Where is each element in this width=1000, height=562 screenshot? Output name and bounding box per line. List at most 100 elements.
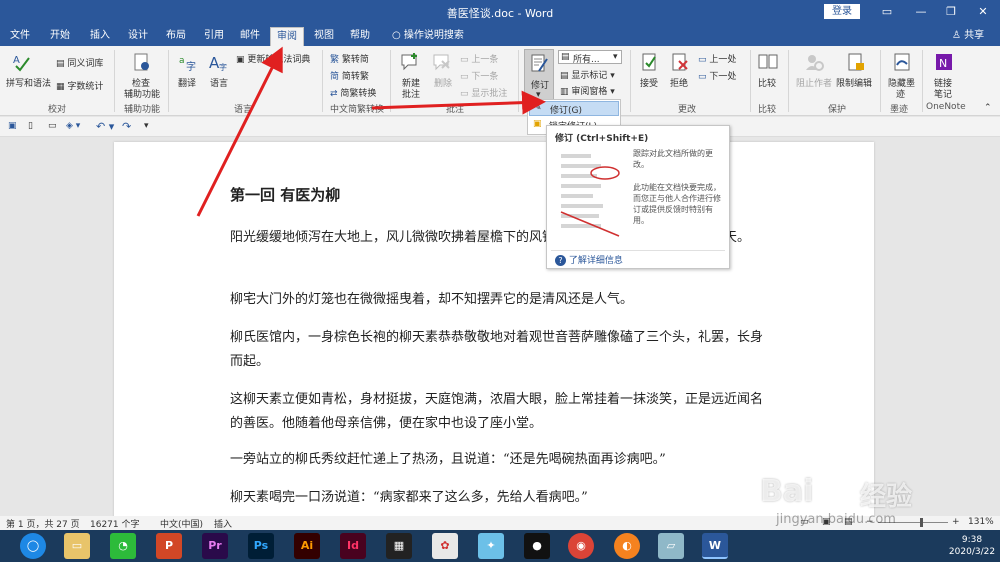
spelling-grammar-button[interactable]: 拼写和语法 (6, 76, 51, 89)
login-button[interactable]: 登录 (824, 4, 860, 19)
simp-trad-icon: 简 (330, 72, 342, 82)
paw-icon (822, 472, 850, 500)
wechat-icon[interactable]: ◔ (110, 533, 136, 559)
previous-change-button[interactable]: ▭ 上一处 (698, 52, 736, 65)
page-count[interactable]: 第 1 页，共 27 页 (6, 517, 80, 530)
minimize-icon[interactable]: — (906, 0, 936, 24)
premiere-icon[interactable]: Pr (202, 533, 228, 559)
prev-comment-button[interactable]: ▭ 上一条 (460, 52, 498, 65)
markup-select[interactable]: ▤ 所有... ▾ (558, 50, 622, 65)
tab-home[interactable]: 开始 (46, 27, 74, 46)
thesaurus-button[interactable]: ▤ 同义词库 (56, 56, 103, 69)
simp-to-trad-button[interactable]: 简 简转繁 (330, 69, 369, 82)
video-editor-icon[interactable]: ▦ (386, 533, 412, 559)
reject-icon (672, 53, 688, 71)
menu-item-track-changes[interactable]: ✎ 修订(G) (529, 101, 619, 116)
language-icon: A字 (209, 54, 227, 72)
save-icon[interactable]: ▣ (8, 121, 17, 131)
tab-view[interactable]: 视图 (310, 27, 338, 46)
new-document-icon[interactable]: ▯ (28, 121, 33, 131)
next-comment-button[interactable]: ▭ 下一条 (460, 69, 498, 82)
group-divider (168, 50, 169, 112)
language-button[interactable]: 语言 (210, 76, 228, 89)
trad-simp-icon: 繁 (330, 55, 342, 65)
trad-to-simp-button[interactable]: 繁 繁转简 (330, 52, 369, 65)
convert-button[interactable]: ⇄ 简繁转换 (330, 86, 376, 99)
linked-notes-line2[interactable]: 笔记 (934, 87, 952, 100)
touch-mode-icon[interactable]: ◈ ▾ (66, 121, 80, 131)
learn-more-link[interactable]: ? 了解详细信息 (555, 253, 623, 266)
powerpoint-icon[interactable]: P (156, 533, 182, 559)
tab-file[interactable]: 文件 (6, 27, 34, 46)
qq-icon[interactable]: ● (524, 533, 550, 559)
hide-ink-line2[interactable]: 迹 (896, 87, 905, 100)
update-ime-button[interactable]: ▣ 更新输入法词典 (236, 52, 310, 65)
delete-comment-button[interactable]: 删除 (434, 76, 452, 89)
tab-layout[interactable]: 布局 (162, 27, 190, 46)
review-pane-button[interactable]: ▥ 审阅窗格 ▾ (560, 84, 615, 97)
accept-button[interactable]: 接受 (640, 76, 658, 89)
markup-select-value: 所有... (573, 55, 600, 65)
tell-me-search[interactable]: ○ 操作说明搜索 (392, 26, 464, 41)
group-divider (922, 50, 923, 112)
paragraph: 柳宅大门外的灯笼也在微微摇曳着，却不知摆弄它的是清风还是人气。 (230, 292, 634, 307)
file-explorer-icon[interactable]: ▭ (64, 533, 90, 559)
tab-review[interactable]: 审阅 (270, 27, 304, 46)
collapse-ribbon-icon[interactable]: ⌃ (984, 103, 992, 113)
tab-insert[interactable]: 插入 (86, 27, 114, 46)
close-icon[interactable]: ✕ (968, 0, 998, 24)
group-divider (750, 50, 751, 112)
maximize-icon[interactable]: ❐ (936, 0, 966, 24)
check-accessibility-line2[interactable]: 辅助功能 (124, 87, 160, 100)
paper-app-icon[interactable]: ▱ (658, 533, 684, 559)
prev-comment-icon: ▭ (460, 55, 472, 65)
open-folder-icon[interactable]: ▭ (48, 121, 57, 131)
ribbon-display-icon[interactable]: ▭ (872, 0, 902, 24)
undo-icon[interactable]: ↶ ▾ (96, 120, 114, 133)
photoshop-icon[interactable]: Ps (248, 533, 274, 559)
word-icon[interactable]: W (702, 533, 728, 559)
reject-button[interactable]: 拒绝 (670, 76, 688, 89)
flower-app-icon[interactable]: ✿ (432, 533, 458, 559)
translate-button[interactable]: 翻译 (178, 76, 196, 89)
tooltip-description-2: 此功能在文档快要完成，而您正与他人合作进行修订或提供反馈时特别有用。 (633, 183, 721, 225)
start-button-icon[interactable]: ◯ (20, 533, 46, 559)
group-label-comments: 批注 (446, 105, 465, 115)
document-page[interactable]: 第一回 有医为柳 阳光缓缓地倾泻在大地上，风儿微微吹拂着屋檐下的风铃，小镇中的人… (114, 142, 874, 516)
tab-mailings[interactable]: 邮件 (236, 27, 264, 46)
illustrator-icon[interactable]: Ai (294, 533, 320, 559)
restrict-editing-button[interactable]: 限制编辑 (836, 76, 872, 89)
browser-icon[interactable]: ◐ (614, 533, 640, 559)
show-markup-button[interactable]: ▤ 显示标记 ▾ (560, 68, 615, 81)
insert-mode[interactable]: 插入 (214, 517, 232, 530)
next-change-button[interactable]: ▭ 下一处 (698, 69, 736, 82)
chrome-icon[interactable]: ◉ (568, 533, 594, 559)
share-button[interactable]: ♙ 共享 (952, 26, 984, 41)
group-label-ink: 墨迹 (890, 105, 909, 115)
word-count[interactable]: 16271 个字 (90, 517, 140, 530)
convert-label: 简繁转换 (340, 89, 377, 99)
new-comment-line2[interactable]: 批注 (402, 87, 420, 100)
indesign-icon[interactable]: Id (340, 533, 366, 559)
tab-design[interactable]: 设计 (124, 27, 152, 46)
word-count-button[interactable]: ▦ 字数统计 (56, 79, 103, 92)
redo-icon[interactable]: ↷ (122, 120, 131, 133)
translate-icon: a字 (179, 56, 196, 72)
show-comments-button[interactable]: ▭ 显示批注 (460, 86, 507, 99)
baidu-watermark: Bai 经验 jingyan.baidu.com (760, 468, 990, 528)
customize-qat-icon[interactable]: ▾ (144, 121, 149, 131)
group-divider (322, 50, 323, 112)
thesaurus-label: 同义词库 (67, 59, 104, 69)
bird-app-icon[interactable]: ✦ (478, 533, 504, 559)
tab-help[interactable]: 帮助 (346, 27, 374, 46)
tab-references[interactable]: 引用 (200, 27, 228, 46)
tooltip-divider (551, 250, 725, 251)
group-label-onenote: OneNote (926, 102, 966, 112)
system-clock[interactable]: 9:38 2020/3/22 (948, 534, 996, 558)
compare-button[interactable]: 比较 (758, 76, 776, 89)
block-authors-button[interactable]: 阻止作者 (796, 76, 832, 89)
clock-time: 9:38 (961, 535, 983, 545)
group-divider (788, 50, 789, 112)
language-indicator[interactable]: 中文(中国) (160, 517, 203, 530)
compare-icon (758, 54, 778, 69)
